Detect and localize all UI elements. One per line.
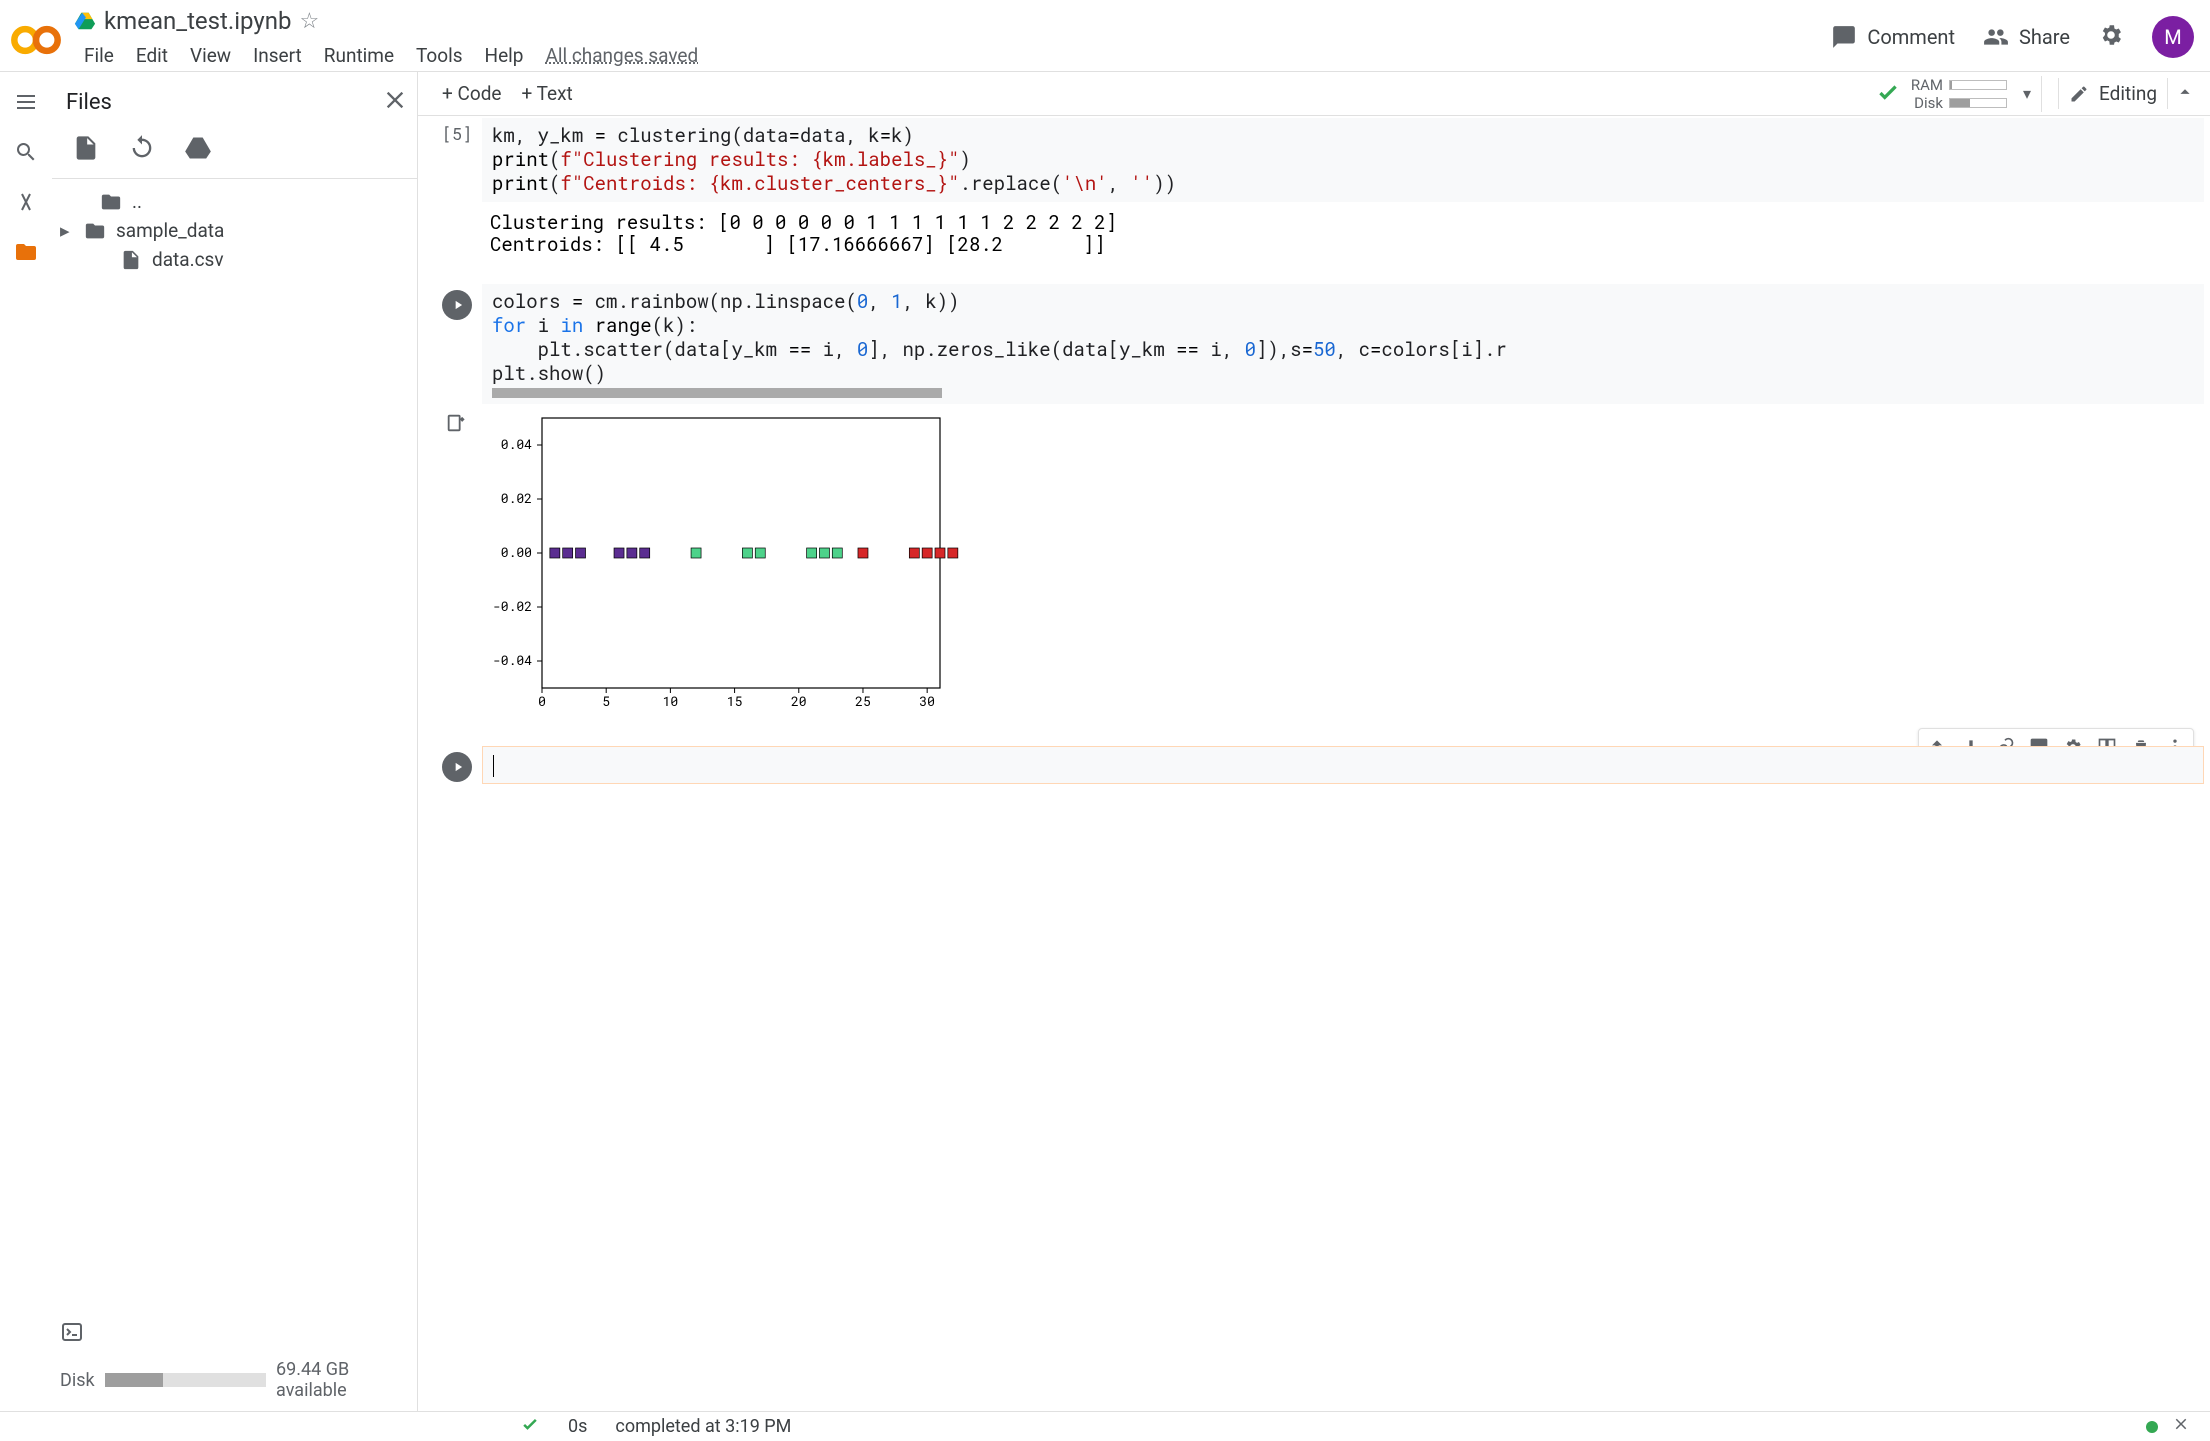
disk-available: 69.44 GB available <box>276 1359 409 1401</box>
svg-text:0.00: 0.00 <box>501 543 532 561</box>
upload-file-icon[interactable] <box>72 134 100 166</box>
svg-text:30: 30 <box>919 692 935 710</box>
notebook-column: + Code + Text RAM Disk ▾ Editing [5] km, … <box>418 72 2210 1411</box>
drive-icon <box>74 10 96 32</box>
menu-file[interactable]: File <box>74 40 124 71</box>
exec-count: [5] <box>442 122 473 145</box>
share-label: Share <box>2019 25 2070 49</box>
run-cell-button[interactable] <box>442 290 472 320</box>
menu-edit[interactable]: Edit <box>126 40 178 71</box>
folder-icon <box>100 191 122 213</box>
save-status: All changes saved <box>535 40 708 71</box>
file-tree: .. ▸ sample_data data.csv <box>52 183 417 278</box>
colab-logo <box>10 14 62 66</box>
editing-label: Editing <box>2099 82 2157 105</box>
notebook-toolbar: + Code + Text RAM Disk ▾ Editing <box>418 72 2210 116</box>
svg-text:0: 0 <box>538 692 546 710</box>
status-time: 0s <box>568 1416 587 1437</box>
disk-label: Disk <box>60 1370 95 1391</box>
toc-icon[interactable] <box>14 90 38 118</box>
svg-text:0.04: 0.04 <box>501 435 532 453</box>
svg-text:5: 5 <box>602 692 610 710</box>
add-code-button[interactable]: + Code <box>432 78 512 109</box>
file-row[interactable]: ▸ sample_data <box>56 216 413 245</box>
code-cell-active <box>432 746 2204 784</box>
chevron-right-icon[interactable]: ▸ <box>60 219 74 242</box>
ram-label: RAM <box>1911 76 1943 94</box>
avatar[interactable]: M <box>2152 16 2194 58</box>
files-tab-icon[interactable] <box>14 240 38 268</box>
disk-usage-bar <box>105 1373 266 1387</box>
disk-label-top: Disk <box>1914 94 1943 112</box>
code-editor[interactable]: km, y_km = clustering(data=data, k=k) pr… <box>482 118 2204 202</box>
file-row[interactable]: data.csv <box>56 245 413 274</box>
search-icon[interactable] <box>14 140 38 168</box>
code-editor[interactable] <box>482 746 2204 784</box>
app-header: kmean_test.ipynb ☆ FileEditViewInsertRun… <box>0 0 2210 72</box>
code-cell: colors = cm.rainbow(np.linspace(0, 1, k)… <box>432 284 2204 404</box>
resource-dropdown-icon[interactable]: ▾ <box>2023 84 2031 103</box>
run-cell-button[interactable] <box>442 752 472 782</box>
resource-indicator[interactable]: RAM Disk ▾ <box>1875 76 2042 112</box>
cell-output-text: Clustering results: [0 0 0 0 0 0 1 1 1 1… <box>482 206 2204 262</box>
menu-tools[interactable]: Tools <box>406 40 473 71</box>
variables-icon[interactable] <box>14 190 38 218</box>
menu-help[interactable]: Help <box>475 40 534 71</box>
file-row[interactable]: .. <box>56 187 413 216</box>
file-label: .. <box>132 190 142 213</box>
code-cell: [5] km, y_km = clustering(data=data, k=k)… <box>432 118 2204 202</box>
code-editor[interactable]: colors = cm.rainbow(np.linspace(0, 1, k)… <box>482 284 2204 404</box>
files-panel-title: Files <box>66 90 381 115</box>
status-close-icon[interactable] <box>2172 1415 2190 1438</box>
mount-drive-icon[interactable] <box>184 134 212 166</box>
status-msg: completed at 3:19 PM <box>615 1416 791 1437</box>
share-button[interactable]: Share <box>1983 24 2070 50</box>
svg-text:0.02: 0.02 <box>501 489 532 507</box>
svg-text:-0.02: -0.02 <box>493 597 532 615</box>
terminal-icon[interactable] <box>60 1320 409 1349</box>
main-area: Files .. ▸ sample_data data.csv Disk 69.44 … <box>0 72 2210 1411</box>
star-icon[interactable]: ☆ <box>300 9 320 34</box>
add-text-button[interactable]: + Text <box>512 78 583 109</box>
file-icon <box>120 249 142 271</box>
svg-text:10: 10 <box>663 692 679 710</box>
menu-bar: FileEditViewInsertRuntimeToolsHelpAll ch… <box>74 40 1831 71</box>
comment-label: Comment <box>1867 25 1955 49</box>
menu-insert[interactable]: Insert <box>243 40 312 71</box>
horizontal-scrollbar[interactable] <box>492 388 942 398</box>
close-files-panel[interactable] <box>381 86 409 118</box>
editing-mode-button[interactable]: Editing <box>2058 78 2168 109</box>
files-panel: Files .. ▸ sample_data data.csv Disk 69.44 … <box>52 72 418 1411</box>
comment-button[interactable]: Comment <box>1831 24 1955 50</box>
refresh-icon[interactable] <box>128 134 156 166</box>
collapse-toolbar-icon[interactable] <box>2174 81 2196 107</box>
folder-icon <box>84 220 106 242</box>
left-rail <box>0 72 52 1411</box>
text-cursor <box>493 755 494 777</box>
file-label: data.csv <box>152 248 224 271</box>
scatter-chart: -0.04 -0.02 0.00 0.02 0.04 0 5 10 15 20 25 30 <box>480 408 960 718</box>
notebook-body[interactable]: [5] km, y_km = clustering(data=data, k=k)… <box>418 116 2210 1411</box>
kernel-status-dot <box>2146 1421 2158 1433</box>
svg-text:15: 15 <box>727 692 743 710</box>
document-title[interactable]: kmean_test.ipynb <box>104 7 292 35</box>
svg-text:25: 25 <box>855 692 871 710</box>
menu-view[interactable]: View <box>180 40 241 71</box>
svg-text:-0.04: -0.04 <box>493 651 532 669</box>
menu-runtime[interactable]: Runtime <box>314 40 404 71</box>
status-bar: 0s completed at 3:19 PM <box>0 1411 2210 1441</box>
clear-output-icon[interactable] <box>432 408 480 724</box>
settings-button[interactable] <box>2098 22 2124 52</box>
file-label: sample_data <box>116 219 224 242</box>
svg-text:20: 20 <box>791 692 807 710</box>
